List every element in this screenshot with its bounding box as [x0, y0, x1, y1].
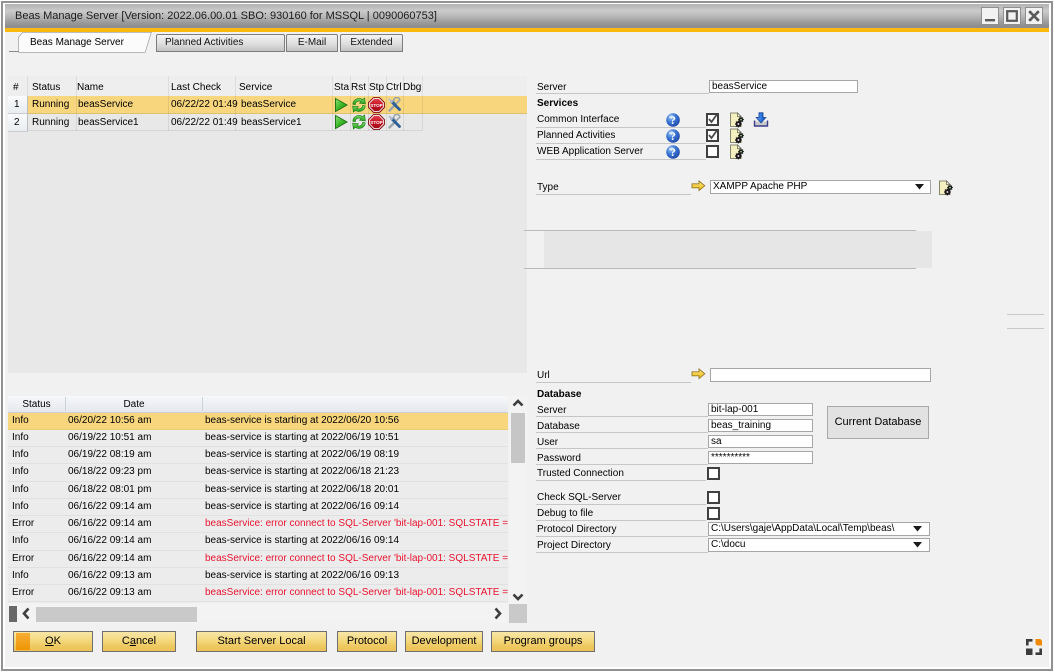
svg-text:STOP: STOP [370, 103, 382, 108]
svg-text:STOP: STOP [370, 120, 382, 125]
svg-text:?: ? [670, 131, 676, 143]
svg-text:?: ? [670, 115, 676, 127]
svg-text:?: ? [670, 147, 676, 159]
